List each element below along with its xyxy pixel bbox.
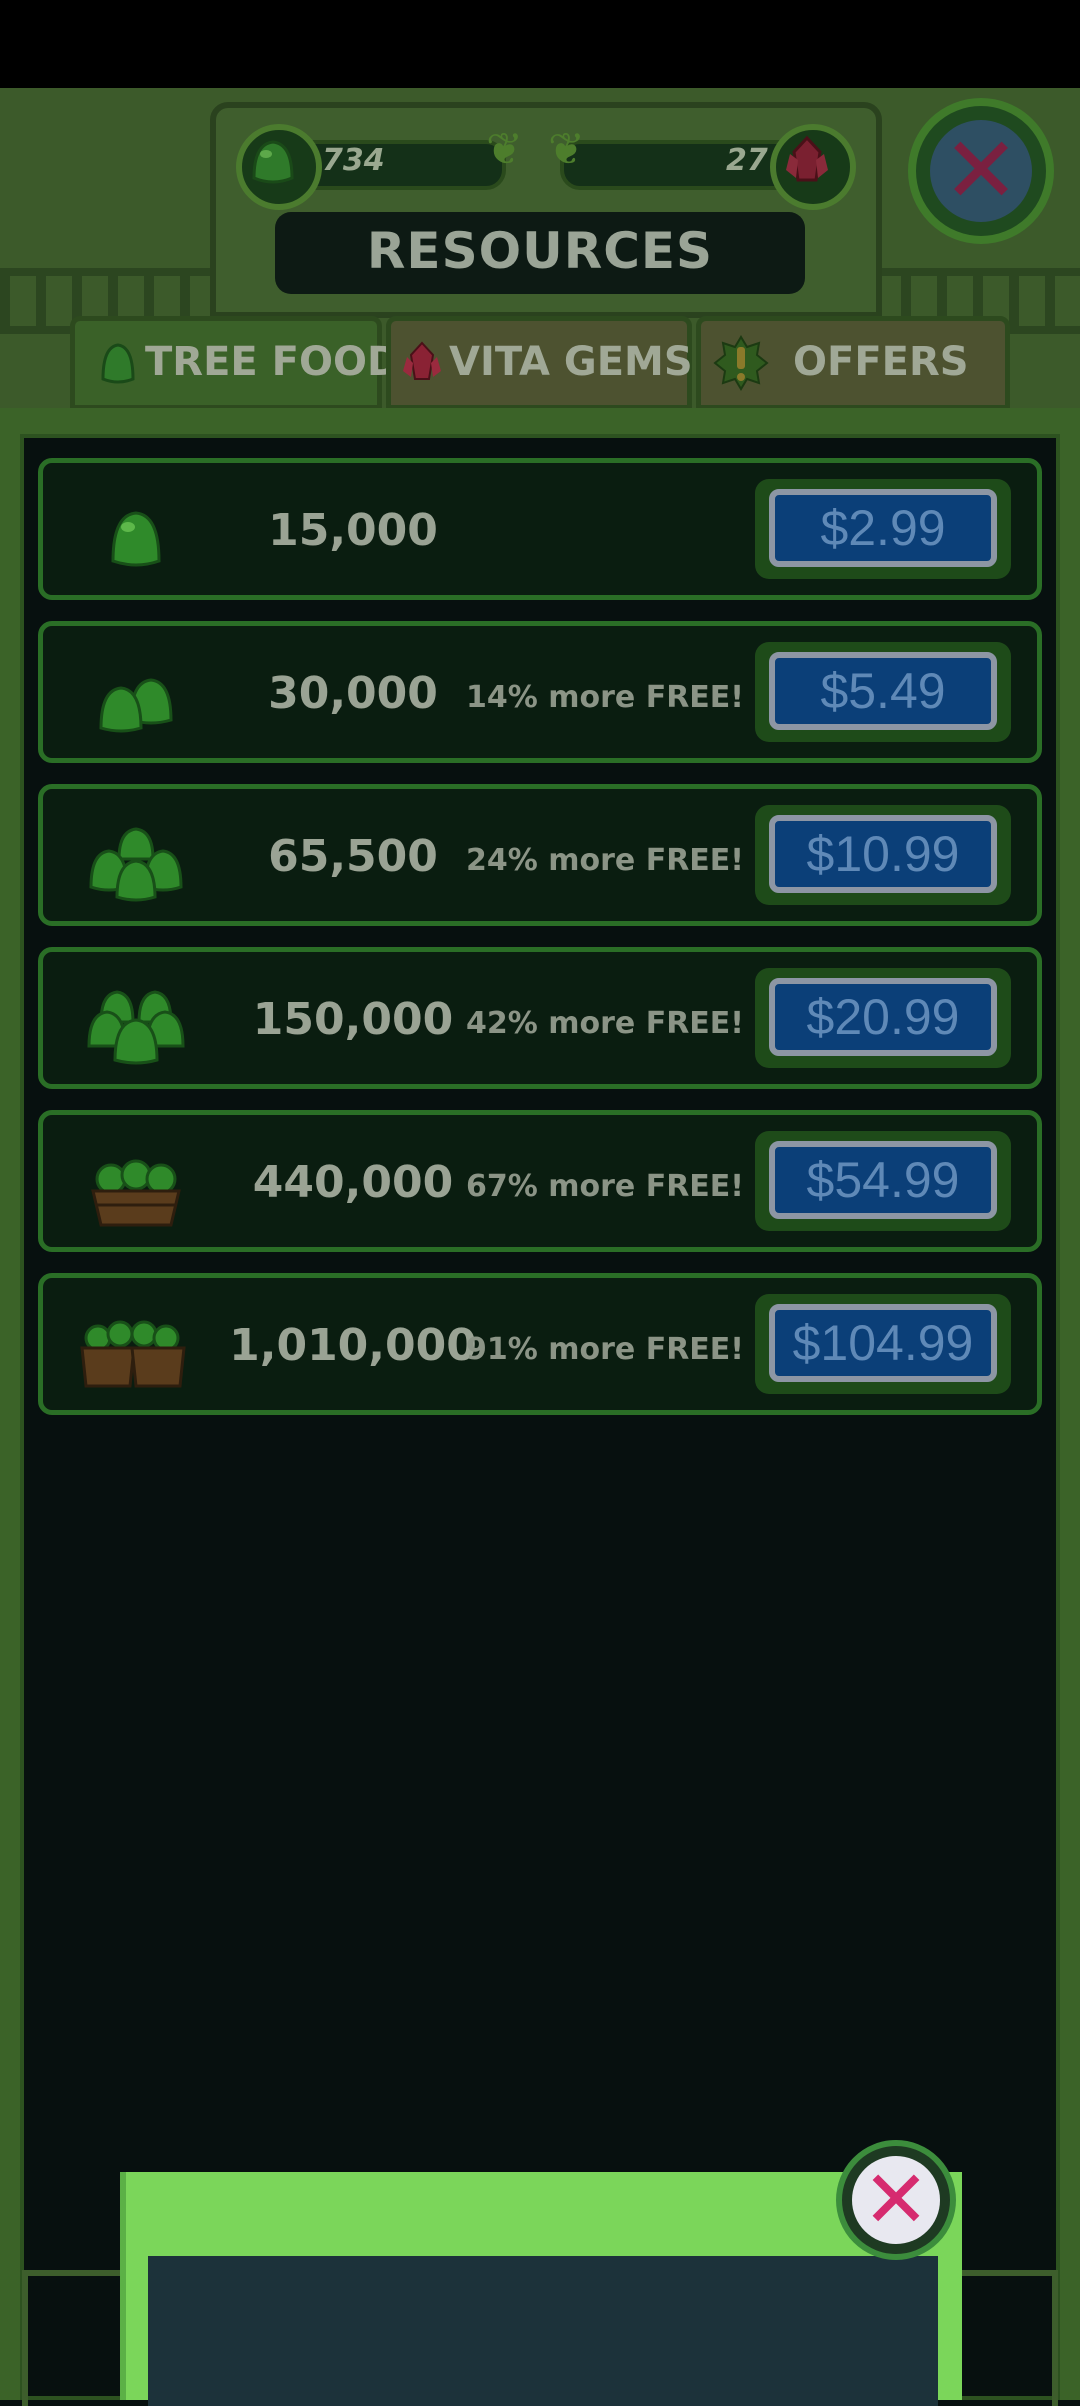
offer-bonus: 24% more FREE! (466, 843, 744, 878)
popup-close-button[interactable]: ✕ (836, 2140, 956, 2260)
single-gumdrop-icon (111, 511, 161, 567)
tree-food-counter-icon (236, 124, 322, 210)
offer-quantity: 30,000 (268, 668, 438, 719)
vine-right-icon: ❦ (548, 124, 585, 175)
tab-offers[interactable]: OFFERS (696, 316, 1010, 410)
gumdrop-crates-icon (80, 1320, 186, 1388)
buy-button[interactable]: $2.99 (755, 479, 1011, 579)
tab-vita-gems[interactable]: VITA GEMS (386, 316, 693, 410)
offer-row: 150,000 42% more FREE! $20.99 (38, 947, 1042, 1089)
offer-row: 15,000 $2.99 (38, 458, 1042, 600)
offer-row: 30,000 14% more FREE! $5.49 (38, 621, 1042, 763)
buy-button[interactable]: $10.99 (755, 805, 1011, 905)
buy-button[interactable]: $104.99 (755, 1294, 1011, 1394)
price-label: $20.99 (769, 978, 997, 1056)
offer-bonus: 42% more FREE! (466, 1006, 744, 1041)
close-icon: ✕ (852, 2156, 940, 2244)
tab-tree-food[interactable]: TREE FOOD (70, 316, 400, 410)
buy-button[interactable]: $20.99 (755, 968, 1011, 1068)
price-label: $5.49 (769, 652, 997, 730)
gumdrop-pile-icon (89, 827, 183, 902)
close-button[interactable]: ✕ (908, 98, 1054, 244)
tab-label: VITA GEMS (449, 339, 693, 385)
gumdrop-basket-icon (91, 1159, 181, 1227)
page-title: RESOURCES (366, 222, 714, 280)
offer-quantity: 440,000 (252, 1157, 454, 1208)
vita-gems-counter-icon (770, 124, 856, 210)
offer-quantity: 1,010,000 (229, 1320, 477, 1371)
price-label: $104.99 (769, 1304, 997, 1382)
price-label: $2.99 (769, 489, 997, 567)
offer-bonus: 91% more FREE! (466, 1332, 744, 1367)
offer-row: 65,500 24% more FREE! $10.99 (38, 784, 1042, 926)
offer-bonus: 14% more FREE! (466, 680, 744, 715)
buy-button[interactable]: $5.49 (755, 642, 1011, 742)
offer-quantity: 150,000 (252, 994, 454, 1045)
vine-left-icon: ❦ (486, 124, 523, 175)
offer-row: 1,010,000 91% more FREE! $104.99 (38, 1273, 1042, 1415)
price-label: $10.99 (769, 815, 997, 893)
tree-food-count: 734 (322, 143, 385, 178)
corner-decoration-right (952, 2270, 1058, 2406)
gem-icon (403, 341, 441, 380)
tab-label: TREE FOOD (145, 339, 401, 385)
two-gumdrops-icon (99, 678, 173, 733)
tree-food-icon (101, 343, 135, 384)
offer-row: 440,000 67% more FREE! $54.99 (38, 1110, 1042, 1252)
corner-decoration-left (22, 2270, 128, 2406)
status-bar (0, 0, 1080, 88)
tab-label: OFFERS (793, 339, 969, 385)
offer-quantity: 15,000 (268, 505, 438, 556)
offer-bonus: 67% more FREE! (466, 1169, 744, 1204)
ad-popup-content (148, 2256, 938, 2406)
exclamation-badge-icon (713, 335, 769, 391)
close-icon: ✕ (930, 120, 1032, 222)
resource-tabs: TREE FOOD VITA GEMS OFFERS (70, 316, 1010, 410)
buy-button[interactable]: $54.99 (755, 1131, 1011, 1231)
vita-gems-count: 27 (726, 143, 768, 178)
gumdrop-heap-icon (87, 990, 185, 1065)
offer-quantity: 65,500 (268, 831, 438, 882)
price-label: $54.99 (769, 1141, 997, 1219)
